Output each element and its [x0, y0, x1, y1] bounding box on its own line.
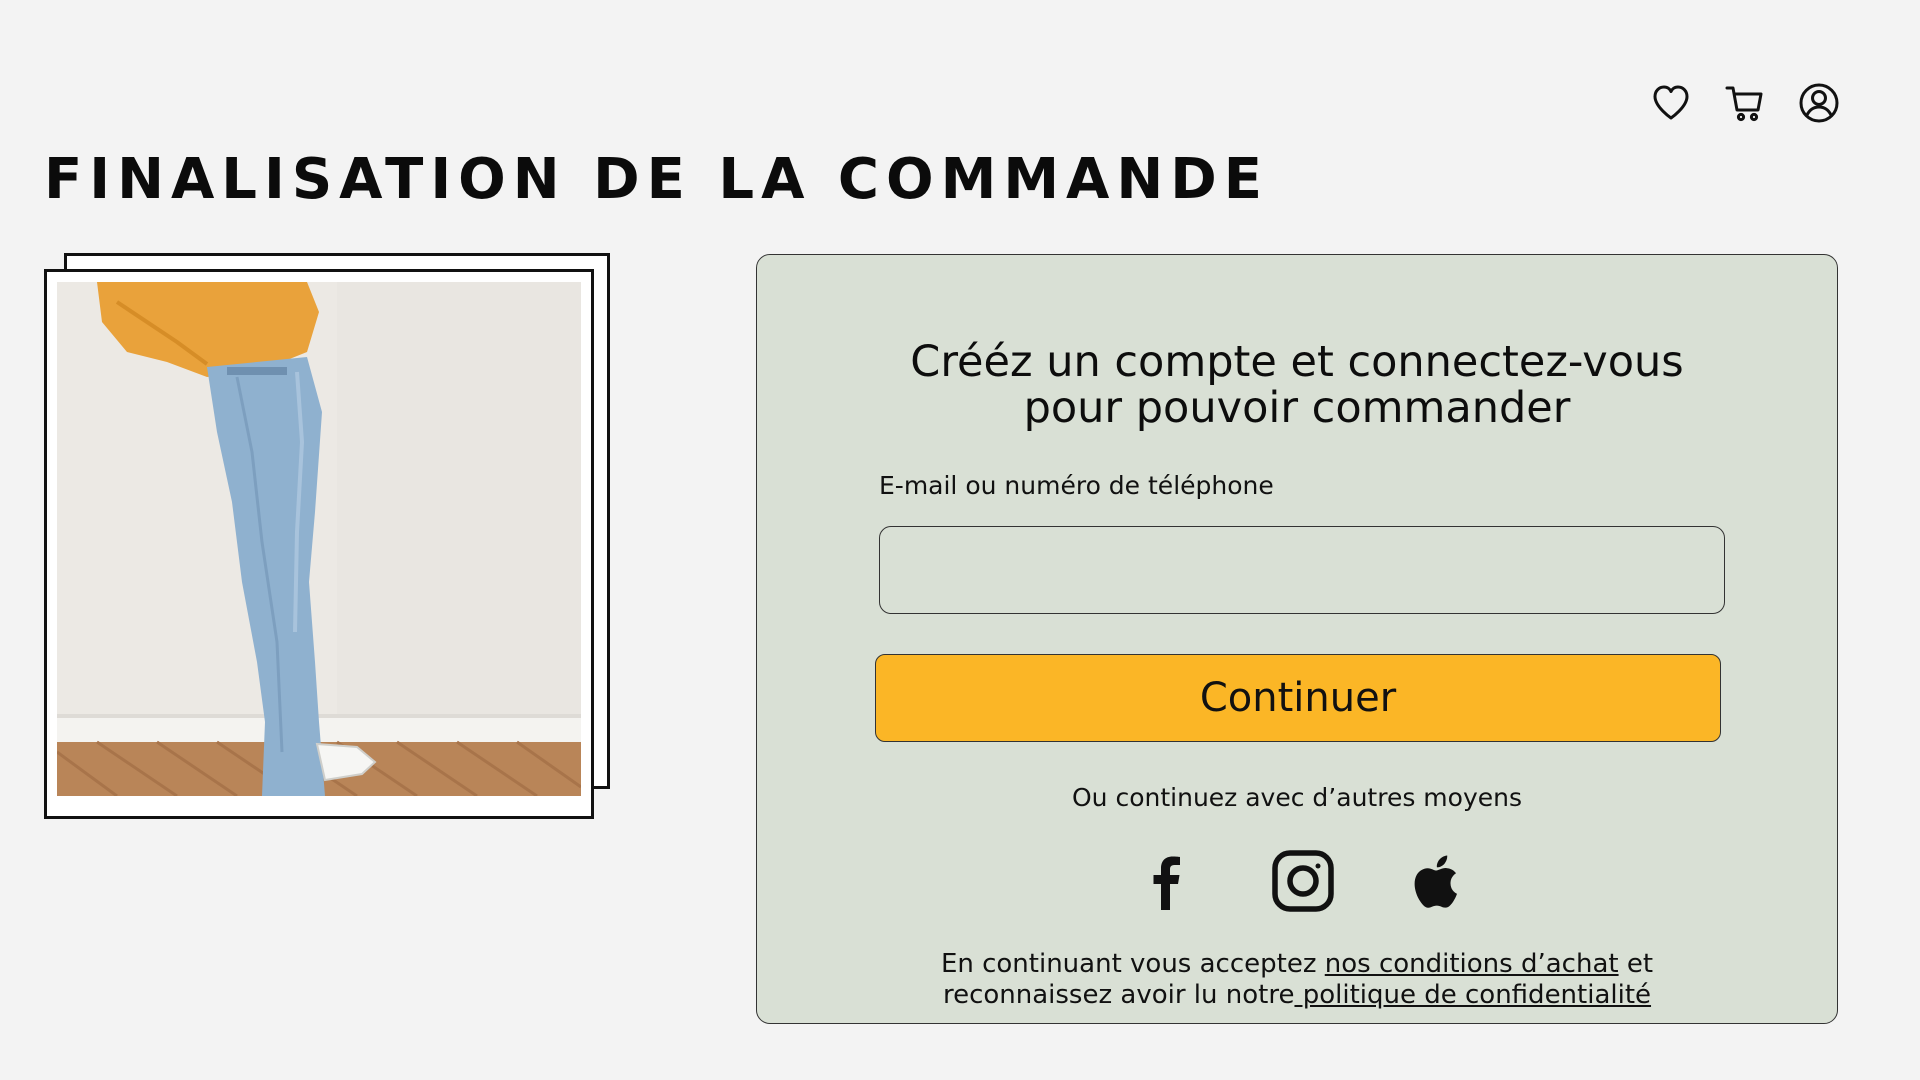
- page-title: FINALISATION DE LA COMMANDE: [44, 147, 1269, 212]
- purchase-conditions-link[interactable]: nos conditions d’achat: [1325, 949, 1619, 979]
- email-field[interactable]: [879, 526, 1725, 614]
- legal-text: En continuant vous acceptez nos conditio…: [757, 949, 1837, 1011]
- user-icon[interactable]: [1798, 82, 1840, 124]
- legal-line2: reconnaissez avoir lu notre politique de…: [757, 980, 1837, 1011]
- legal-text-part1: En continuant vous acceptez: [940, 949, 1325, 979]
- legal-line1: En continuant vous acceptez nos conditio…: [757, 949, 1837, 980]
- checkout-page: FINALISATION DE LA COMMANDE Crééz un com…: [0, 0, 1920, 1080]
- card-heading-line2: pour pouvoir commander: [1023, 383, 1571, 433]
- cart-icon[interactable]: [1724, 82, 1766, 124]
- legal-text-part2: et: [1618, 949, 1654, 979]
- header-icons: [1650, 82, 1840, 124]
- instagram-icon[interactable]: [1265, 843, 1341, 919]
- card-heading-line1: Crééz un compte et connectez-vous: [910, 337, 1684, 387]
- continue-button[interactable]: Continuer: [875, 654, 1721, 742]
- facebook-icon[interactable]: [1129, 843, 1205, 919]
- email-field-label: E-mail ou numéro de téléphone: [879, 471, 1274, 500]
- login-card: Crééz un compte et connectez-vous pour p…: [756, 254, 1838, 1024]
- privacy-policy-link[interactable]: politique de confidentialité: [1294, 980, 1651, 1010]
- photo-frame: [44, 269, 594, 819]
- card-heading: Crééz un compte et connectez-vous pour p…: [757, 339, 1837, 431]
- legal-text-part3: reconnaissez avoir lu notre: [942, 980, 1295, 1010]
- heart-icon[interactable]: [1650, 82, 1692, 124]
- alt-login-text: Ou continuez avec d’autres moyens: [1072, 783, 1522, 812]
- apple-icon[interactable]: [1401, 843, 1477, 919]
- product-photo: [57, 282, 581, 796]
- social-login-row: [757, 843, 1837, 919]
